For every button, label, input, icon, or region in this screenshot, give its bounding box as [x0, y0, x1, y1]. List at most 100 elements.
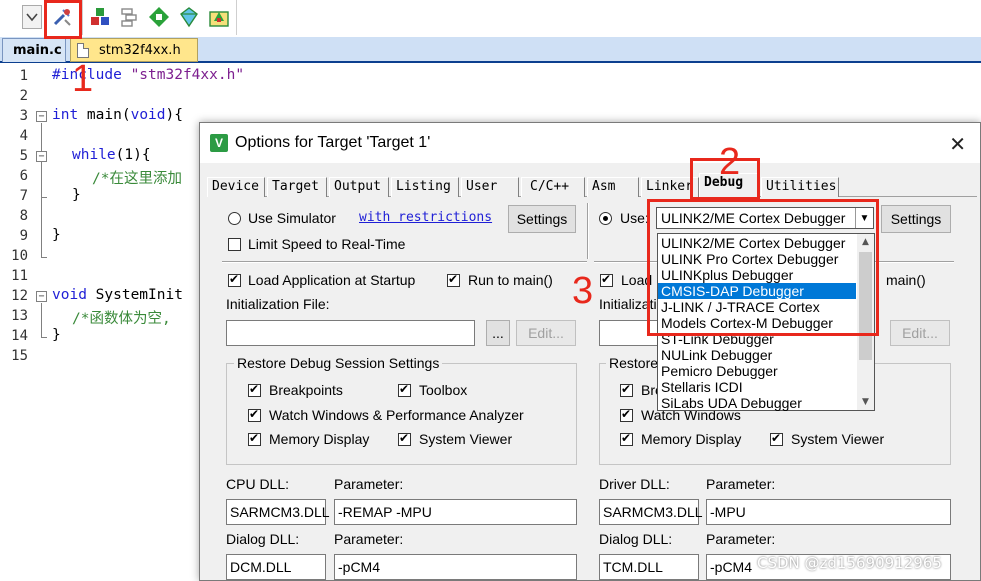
toolbox-label: Toolbox — [419, 382, 468, 398]
line-number: 2 — [19, 88, 28, 104]
limit-speed-checkbox[interactable] — [228, 238, 241, 251]
load-app-checkbox-right[interactable] — [600, 272, 613, 287]
tab-listing[interactable]: Listing — [391, 177, 459, 197]
code-comment: /*在这里添加 — [92, 171, 182, 187]
dialog-dll-field[interactable]: DCM.DLL — [226, 554, 326, 580]
editor-tab-bar: main.c stm32f4xx.h — [0, 37, 981, 63]
tab-asm[interactable]: Asm — [587, 177, 639, 197]
cpu-dll-field[interactable]: SARMCM3.DLL — [226, 499, 330, 525]
fold-end — [41, 257, 47, 258]
watch-windows-checkbox[interactable] — [248, 407, 261, 422]
tab-main-c[interactable]: main.c — [2, 38, 66, 62]
fold-end — [41, 337, 47, 338]
fold-toggle-icon[interactable]: − — [36, 151, 47, 162]
scroll-down-icon[interactable]: ▼ — [857, 394, 874, 410]
line-number: 11 — [11, 268, 28, 284]
annotation-box-1 — [44, 0, 82, 39]
memory-display-checkbox[interactable] — [248, 431, 261, 446]
dialog-dll-label: Dialog DLL: — [226, 531, 300, 547]
line-number: 14 — [11, 328, 28, 344]
dialog-param-label-right: Parameter: — [706, 531, 776, 547]
tab-c-cpp[interactable]: C/C++ — [521, 177, 585, 197]
code-keyword: void — [130, 107, 166, 123]
use-debugger-radio[interactable] — [599, 212, 612, 225]
code-text: } — [52, 227, 61, 243]
simulator-settings-button[interactable]: Settings — [508, 205, 576, 233]
cpu-param-field[interactable]: -REMAP -MPU — [334, 499, 577, 525]
dropdown-option[interactable]: SiLabs UDA Debugger — [658, 395, 856, 411]
edit-button-right[interactable]: Edit... — [890, 320, 950, 346]
line-number: 1 — [19, 68, 28, 84]
code-text: (1){ — [115, 147, 151, 163]
batch-build-icon[interactable] — [207, 5, 231, 29]
limit-speed-label: Limit Speed to Real-Time — [248, 236, 406, 252]
annotation-number-2: 2 — [719, 141, 741, 183]
dialog-param-field[interactable]: -pCM4 — [334, 554, 577, 580]
fold-toggle-icon[interactable]: − — [36, 111, 47, 122]
tab-device[interactable]: Device — [207, 177, 265, 197]
dialog-dll-field-right[interactable]: TCM.DLL — [599, 554, 699, 580]
dropdown-option[interactable]: Stellaris ICDI — [658, 379, 856, 395]
run-to-main-label: Run to main() — [468, 272, 553, 288]
tab-label: stm32f4xx.h — [99, 42, 181, 58]
watch-windows-checkbox-right[interactable] — [620, 407, 633, 422]
use-simulator-radio[interactable] — [228, 212, 241, 225]
browse-button[interactable]: ... — [486, 320, 510, 346]
code-line: } — [72, 187, 81, 203]
code-text: SystemInit — [86, 287, 183, 303]
line-number: 13 — [11, 308, 28, 324]
driver-dll-field[interactable]: SARMCM3.DLL — [599, 499, 703, 525]
annotation-number-1: 1 — [72, 58, 94, 100]
driver-param-field[interactable]: -MPU — [706, 499, 951, 525]
tab-utilities[interactable]: Utilities — [761, 177, 839, 197]
restore-caption-right: Restore — [606, 355, 662, 371]
code-text: } — [72, 187, 81, 203]
code-text: ){ — [165, 107, 183, 123]
line-number: 10 — [11, 248, 28, 264]
edit-button[interactable]: Edit... — [516, 320, 576, 346]
cpu-param-label: Parameter: — [334, 476, 404, 492]
toolbar-separator — [82, 0, 83, 35]
line-number: 8 — [19, 208, 28, 224]
line-number-gutter: 1 2 3 4 5 6 7 8 9 10 11 12 13 14 15 — [0, 65, 32, 581]
dropdown-option[interactable]: Pemicro Debugger — [658, 363, 856, 379]
breakpoints-checkbox[interactable] — [248, 382, 261, 397]
debugger-settings-button[interactable]: Settings — [881, 205, 951, 233]
close-button[interactable]: ✕ — [949, 132, 966, 157]
dropdown-arrow-icon[interactable] — [22, 5, 42, 29]
system-viewer-checkbox-right[interactable] — [770, 431, 783, 446]
system-viewer-label: System Viewer — [419, 431, 513, 447]
code-line: void SystemInit — [52, 287, 183, 303]
tab-output[interactable]: Output — [329, 177, 389, 197]
code-line: } — [52, 227, 61, 243]
code-keyword: void — [52, 287, 87, 303]
toolbox-checkbox[interactable] — [398, 382, 411, 397]
init-file-input[interactable] — [226, 320, 475, 346]
code-comment: /*函数体为空, — [72, 311, 171, 327]
run-to-main-checkbox[interactable] — [447, 272, 460, 287]
select-packs-icon[interactable] — [118, 5, 142, 29]
code-line: /*函数体为空, — [72, 307, 171, 328]
with-restrictions-link[interactable]: with restrictions — [359, 210, 492, 225]
restore-settings-caption: Restore Debug Session Settings — [234, 355, 443, 371]
code-string: "stm32f4xx.h" — [130, 67, 245, 83]
dialog-title: Options for Target 'Target 1' — [235, 134, 431, 151]
dropdown-option[interactable]: NULink Debugger — [658, 347, 856, 363]
memory-display-checkbox-right[interactable] — [620, 431, 633, 446]
tab-target[interactable]: Target — [267, 177, 327, 197]
breakpoints-checkbox-right[interactable] — [620, 382, 633, 397]
run-main-label-right: main() — [886, 272, 926, 288]
fold-toggle-icon[interactable]: − — [36, 291, 47, 302]
system-viewer-checkbox[interactable] — [398, 431, 411, 446]
dialog-title-bar: V Options for Target 'Target 1' ✕ — [200, 123, 980, 163]
tab-user[interactable]: User — [461, 177, 519, 197]
driver-param-label: Parameter: — [706, 476, 776, 492]
project-icon[interactable] — [177, 5, 201, 29]
system-viewer-label-right: System Viewer — [791, 431, 885, 447]
manage-components-icon[interactable] — [88, 5, 112, 29]
code-line: while(1){ — [72, 147, 151, 163]
load-app-checkbox[interactable] — [228, 272, 241, 287]
pack-installer-icon[interactable] — [147, 5, 171, 29]
toolbar-separator — [236, 0, 237, 35]
